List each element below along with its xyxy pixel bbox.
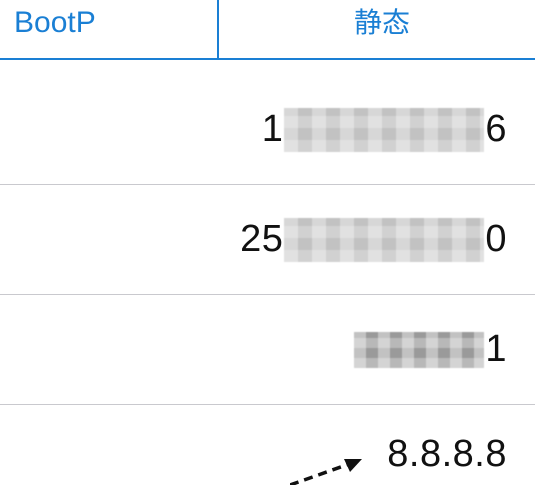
subnet-mask-suffix: 0 xyxy=(485,218,507,260)
router-value: 1 xyxy=(353,295,507,404)
segment-static[interactable]: 静态 xyxy=(219,0,535,58)
dns-value: 8.8.8.8 xyxy=(387,433,507,475)
router-suffix: 1 xyxy=(485,328,507,370)
subnet-mask-row[interactable]: 25 0 xyxy=(0,185,535,295)
ip-address-row[interactable]: 1 6 xyxy=(0,75,535,185)
subnet-mask-value: 25 0 xyxy=(240,185,507,294)
ip-address-value: 1 6 xyxy=(262,75,507,184)
router-row[interactable]: 1 xyxy=(0,295,535,405)
ip-address-prefix: 1 xyxy=(261,108,284,150)
arrow-annotation-icon xyxy=(290,459,362,485)
dns-row[interactable]: 8.8.8.8 xyxy=(0,405,535,485)
redacted-block xyxy=(284,217,485,262)
segment-static-label: 静态 xyxy=(353,6,410,39)
ip-address-suffix: 6 xyxy=(485,108,507,150)
ip-mode-segmented-control: BootP 静态 xyxy=(0,0,535,60)
segment-bootp[interactable]: BootP xyxy=(0,0,219,58)
segment-bootp-label: BootP xyxy=(14,6,96,39)
redacted-block xyxy=(284,107,485,152)
redacted-block xyxy=(354,331,485,368)
subnet-mask-prefix: 25 xyxy=(240,218,284,260)
